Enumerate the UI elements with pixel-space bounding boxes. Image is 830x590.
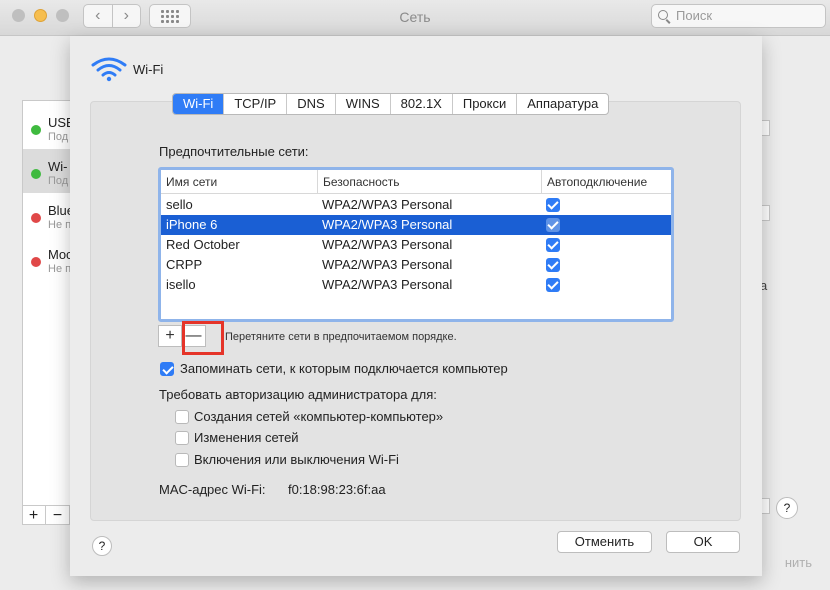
- admin-option-label[interactable]: Создания сетей «компьютер-компьютер»: [194, 409, 443, 424]
- admin-toggle-wifi-checkbox[interactable]: [175, 453, 189, 467]
- network-name: Red October: [166, 237, 240, 252]
- network-security: WPA2/WPA3 Personal: [322, 277, 453, 292]
- table-row[interactable]: isello WPA2/WPA3 Personal: [161, 275, 671, 295]
- column-header-name[interactable]: Имя сети: [161, 170, 317, 194]
- column-header-security[interactable]: Безопасность: [317, 170, 541, 194]
- remember-networks-label[interactable]: Запоминать сети, к которым подключается …: [180, 361, 508, 376]
- auto-join-checkbox[interactable]: [546, 258, 560, 272]
- service-item-modem[interactable]: Moc Не п: [23, 237, 73, 281]
- auto-join-checkbox[interactable]: [546, 278, 560, 292]
- mac-address-value: f0:18:98:23:6f:aa: [288, 482, 386, 497]
- wifi-advanced-sheet: Wi-Fi Wi-Fi TCP/IP DNS WINS 802.1X Прокс…: [70, 36, 762, 576]
- service-list: USB Под Wi- Под Blue Не п Moc Не п: [22, 100, 73, 525]
- table-row[interactable]: sello WPA2/WPA3 Personal: [161, 195, 671, 215]
- search-placeholder: Поиск: [676, 8, 713, 23]
- table-row[interactable]: iPhone 6 WPA2/WPA3 Personal: [161, 215, 671, 235]
- auto-join-checkbox[interactable]: [546, 198, 560, 212]
- network-security: WPA2/WPA3 Personal: [322, 257, 453, 272]
- tab-tcpip[interactable]: TCP/IP: [223, 94, 286, 114]
- network-name: iPhone 6: [166, 217, 218, 232]
- highlight-box: [182, 321, 224, 355]
- network-name: CRPP: [166, 257, 203, 272]
- remove-service-button[interactable]: −: [46, 506, 70, 525]
- drag-hint-text: Перетяните сети в предпочитаемом порядке…: [225, 331, 457, 343]
- help-button[interactable]: ?: [92, 536, 112, 556]
- window-titlebar: ‹ › Сеть Поиск: [0, 0, 830, 36]
- cancel-button[interactable]: Отменить: [557, 531, 652, 553]
- admin-option-label[interactable]: Изменения сетей: [194, 430, 299, 445]
- network-security: WPA2/WPA3 Personal: [322, 197, 453, 212]
- tab-wifi[interactable]: Wi-Fi: [173, 94, 224, 114]
- remember-networks-checkbox[interactable]: [160, 362, 174, 376]
- service-item-wifi[interactable]: Wi- Под: [23, 149, 73, 193]
- admin-option-label[interactable]: Включения или выключения Wi-Fi: [194, 452, 399, 467]
- tab-wins[interactable]: WINS: [334, 94, 390, 114]
- tab-bar: Wi-Fi TCP/IP DNS WINS 802.1X Прокси Аппа…: [172, 93, 610, 115]
- mac-address-label: MAC-адрес Wi-Fi:: [159, 482, 266, 497]
- status-dot-icon: [31, 125, 41, 135]
- bg-field-fragment: [762, 205, 770, 221]
- auto-join-checkbox[interactable]: [546, 218, 560, 232]
- status-dot-icon: [31, 213, 41, 223]
- table-row[interactable]: CRPP WPA2/WPA3 Personal: [161, 255, 671, 275]
- preferred-networks-table[interactable]: Имя сети Безопасность Автоподключение se…: [158, 167, 674, 322]
- table-row[interactable]: Red October WPA2/WPA3 Personal: [161, 235, 671, 255]
- network-security: WPA2/WPA3 Personal: [322, 217, 453, 232]
- table-header: Имя сети Безопасность Автоподключение: [161, 170, 671, 194]
- auto-join-checkbox[interactable]: [546, 238, 560, 252]
- add-network-button[interactable]: +: [158, 325, 182, 347]
- status-dot-icon: [31, 169, 41, 179]
- service-item-bluetooth[interactable]: Blue Не п: [23, 193, 73, 237]
- admin-change-networks-checkbox[interactable]: [175, 431, 189, 445]
- admin-create-networks-checkbox[interactable]: [175, 410, 189, 424]
- bg-field-fragment: [762, 120, 770, 136]
- bg-help-button[interactable]: ?: [776, 497, 798, 519]
- tab-8021x[interactable]: 802.1X: [389, 94, 452, 114]
- status-dot-icon: [31, 257, 41, 267]
- network-name: isello: [166, 277, 196, 292]
- wifi-icon: [91, 57, 127, 82]
- network-security: WPA2/WPA3 Personal: [322, 237, 453, 252]
- column-header-auto[interactable]: Автоподключение: [541, 170, 671, 194]
- service-item-usb[interactable]: USB Под: [23, 105, 73, 149]
- bg-field-fragment: [762, 498, 770, 514]
- require-admin-label: Требовать авторизацию администратора для…: [159, 387, 437, 402]
- search-input[interactable]: Поиск: [651, 4, 826, 28]
- ok-button[interactable]: OK: [666, 531, 740, 553]
- tab-dns[interactable]: DNS: [286, 94, 334, 114]
- add-service-button[interactable]: +: [22, 506, 46, 525]
- network-name: sello: [166, 197, 193, 212]
- preferred-networks-label: Предпочтительные сети:: [159, 144, 309, 159]
- tab-proxies[interactable]: Прокси: [451, 94, 516, 114]
- service-list-controls: + −: [22, 505, 72, 525]
- tab-hardware[interactable]: Аппаратура: [516, 94, 608, 114]
- sheet-title: Wi-Fi: [133, 62, 164, 77]
- search-icon: [658, 10, 668, 20]
